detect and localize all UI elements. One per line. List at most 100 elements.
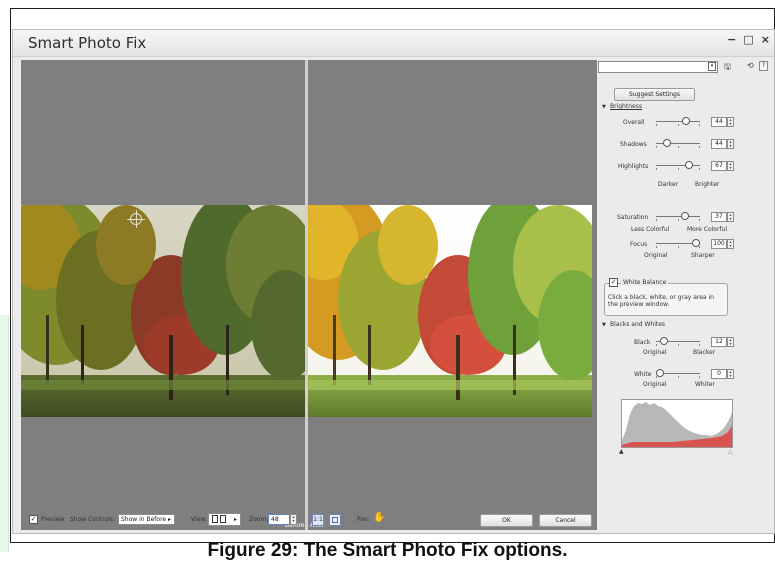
black-spinner[interactable]: ▴ ▾ xyxy=(727,337,734,347)
white-label: White xyxy=(634,371,652,378)
actual-size-icon[interactable]: 1:1 xyxy=(312,514,324,526)
minimize-icon[interactable]: − xyxy=(727,33,736,46)
slider-tick xyxy=(656,246,657,248)
white-original-label: Original xyxy=(643,381,667,388)
preview-area[interactable]: Before After xyxy=(21,60,597,530)
saturation-slider[interactable] xyxy=(656,212,700,221)
maximize-icon[interactable]: □ xyxy=(743,33,753,46)
slider-tick xyxy=(699,168,700,170)
slider-tick xyxy=(699,219,700,221)
crosshair-icon xyxy=(127,210,145,228)
slider-ticks xyxy=(656,146,700,149)
brighter-label: Brighter xyxy=(695,181,720,188)
zoom-input[interactable]: 48 xyxy=(268,514,290,525)
close-icon[interactable]: × xyxy=(761,33,770,46)
ok-button[interactable]: OK xyxy=(480,514,533,527)
after-image[interactable] xyxy=(308,205,592,417)
slider-ticks xyxy=(656,219,700,222)
white-balance-checkbox[interactable]: ✓ xyxy=(609,278,618,287)
cancel-button[interactable]: Cancel xyxy=(539,514,592,527)
slider-tick xyxy=(656,168,657,170)
save-preset-icon[interactable]: 🖫 xyxy=(724,61,731,75)
slider-tick xyxy=(678,146,679,148)
slider-tick xyxy=(699,246,700,248)
reset-icon[interactable]: ⟲ xyxy=(747,61,754,70)
shadows-value-field[interactable]: 44 xyxy=(711,139,727,149)
slider-ticks xyxy=(656,124,700,127)
preview-label: Preview xyxy=(41,516,65,523)
slider-knob[interactable] xyxy=(663,139,671,147)
white-point-marker-icon[interactable]: △ xyxy=(728,448,733,455)
zoom-label: Zoom: xyxy=(249,516,269,523)
shadows-slider[interactable] xyxy=(656,139,700,148)
overall-value-field[interactable]: 44 xyxy=(711,117,727,127)
slider-knob[interactable] xyxy=(681,212,689,220)
black-slider[interactable] xyxy=(656,337,700,346)
white-balance-help: Click a black, white, or gray area in th… xyxy=(608,294,714,308)
zoom-value: 48 xyxy=(271,516,279,523)
pan-label: Pan: xyxy=(357,516,370,523)
black-value-field[interactable]: 12 xyxy=(711,337,727,347)
highlights-slider[interactable] xyxy=(656,161,700,170)
show-controls-value: Show in Before xyxy=(121,516,167,523)
slider-knob[interactable] xyxy=(692,239,700,247)
histogram xyxy=(621,399,733,448)
black-original-label: Original xyxy=(643,349,667,356)
black-point-marker-icon[interactable]: ▲ xyxy=(619,448,624,455)
before-photo xyxy=(21,205,305,417)
before-after-divider[interactable] xyxy=(305,60,308,530)
fit-to-window-icon[interactable] xyxy=(329,514,341,526)
slider-ticks xyxy=(656,376,700,379)
suggest-settings-button[interactable]: Suggest Settings xyxy=(614,88,695,101)
white-balance-box: Click a black, white, or gray area in th… xyxy=(604,283,728,316)
slider-tick xyxy=(699,376,700,378)
slider-tick xyxy=(678,124,679,126)
slider-tick xyxy=(699,124,700,126)
pan-hand-icon[interactable]: ✋ xyxy=(373,512,385,523)
slider-tick xyxy=(656,124,657,126)
brightness-collapse-icon[interactable]: ▼ xyxy=(602,104,606,110)
histogram-graph xyxy=(622,402,732,447)
slider-track xyxy=(656,121,700,122)
preset-select[interactable]: ▾ xyxy=(598,61,718,73)
window-controls: − □ × xyxy=(727,33,770,46)
highlights-spinner[interactable]: ▴ ▾ xyxy=(727,161,734,171)
overall-spinner[interactable]: ▴ ▾ xyxy=(727,117,734,127)
saturation-label: Saturation xyxy=(617,214,649,221)
shadows-label: Shadows xyxy=(620,141,647,148)
split-view-icon xyxy=(212,515,218,523)
focus-sharper-label: Sharper xyxy=(691,252,715,259)
slider-tick xyxy=(678,168,679,170)
white-spinner[interactable]: ▴ ▾ xyxy=(727,369,734,379)
overall-slider[interactable] xyxy=(656,117,700,126)
dialog-title: Smart Photo Fix xyxy=(28,34,147,52)
show-controls-select[interactable]: Show in Before ▸ xyxy=(118,514,175,525)
zoom-spinner[interactable]: ▴ ▾ xyxy=(290,514,297,525)
view-select[interactable]: ▸ xyxy=(208,513,241,526)
brightness-header: Brightness xyxy=(610,103,642,110)
black-blacker-label: Blacker xyxy=(693,349,716,356)
focus-original-label: Original xyxy=(644,252,668,259)
more-colorful-label: More Colorful xyxy=(687,226,728,233)
preview-checkbox[interactable]: ✓ xyxy=(29,515,38,524)
saturation-value-field[interactable]: 37 xyxy=(711,212,727,222)
focus-value-field[interactable]: 100 xyxy=(711,239,727,249)
focus-slider[interactable] xyxy=(656,239,700,248)
slider-tick xyxy=(656,146,657,148)
slider-knob[interactable] xyxy=(656,369,664,377)
white-slider[interactable] xyxy=(656,369,700,378)
white-balance-label: White Balance xyxy=(621,279,669,286)
slider-knob[interactable] xyxy=(682,117,690,125)
slider-tick xyxy=(678,344,679,346)
highlights-value-field[interactable]: 67 xyxy=(711,161,727,171)
slider-knob[interactable] xyxy=(660,337,668,345)
saturation-spinner[interactable]: ▴ ▾ xyxy=(727,212,734,222)
shadows-spinner[interactable]: ▴ ▾ xyxy=(727,139,734,149)
white-value-field[interactable]: 0 xyxy=(711,369,727,379)
slider-knob[interactable] xyxy=(685,161,693,169)
background-strip xyxy=(0,315,9,552)
blacks-whites-collapse-icon[interactable]: ▼ xyxy=(602,322,606,328)
before-image[interactable] xyxy=(21,205,305,417)
help-icon[interactable]: ? xyxy=(759,61,768,71)
focus-spinner[interactable]: ▴ ▾ xyxy=(727,239,734,249)
